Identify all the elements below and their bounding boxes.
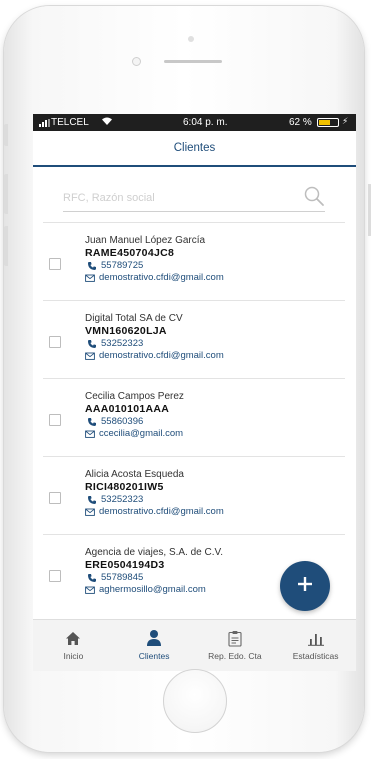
mail-icon — [85, 273, 95, 283]
add-client-button[interactable] — [280, 561, 330, 611]
earpiece-speaker — [164, 60, 222, 63]
client-name: Juan Manuel López García — [85, 235, 206, 246]
select-checkbox[interactable] — [49, 336, 61, 348]
signal-strength-icon — [39, 119, 50, 127]
home-icon — [63, 629, 83, 647]
select-checkbox[interactable] — [49, 570, 61, 582]
search-input[interactable] — [63, 188, 283, 208]
battery-percent: 62 % — [289, 117, 312, 128]
tab-rep-edo-cta[interactable]: Rep. Edo. Cta — [195, 620, 276, 671]
status-bar: TELCEL 6:04 p. m. 62 % ⚡ — [33, 114, 356, 131]
client-phone: 53252323 — [101, 494, 144, 505]
phone-icon — [87, 417, 97, 427]
bar-chart-icon — [306, 629, 326, 647]
client-phone-row[interactable]: 55860396 — [87, 416, 184, 428]
client-phone: 55789725 — [101, 260, 144, 271]
client-item[interactable]: Digital Total SA de CV VMN160620LJA 5325… — [43, 301, 345, 379]
client-email-row[interactable]: demostrativo.cfdi@gmail.com — [85, 350, 224, 362]
client-email: demostrativo.cfdi@gmail.com — [99, 272, 224, 283]
mute-switch — [4, 124, 8, 146]
phone-icon — [87, 261, 97, 271]
tab-clientes[interactable]: Clientes — [114, 620, 195, 671]
clipboard-icon — [225, 629, 245, 647]
page-header: Clientes — [33, 131, 356, 167]
app-screen: TELCEL 6:04 p. m. 62 % ⚡ Clientes RFC, R… — [33, 114, 356, 671]
client-item[interactable]: Cecilia Campos Perez AAA010101AAA 558603… — [43, 379, 345, 457]
carrier-name: TELCEL — [51, 117, 89, 128]
mail-icon — [85, 507, 95, 517]
client-email: ccecilia@gmail.com — [99, 428, 184, 439]
tab-label: Inicio — [63, 651, 84, 661]
bottom-tab-bar: Inicio Clientes Rep. Edo. Cta Estadístic… — [33, 619, 356, 671]
tab-label: Clientes — [138, 651, 170, 661]
client-info: Agencia de viajes, S.A. de C.V. ERE05041… — [85, 547, 223, 596]
volume-down-button — [4, 226, 8, 266]
client-item[interactable]: Alicia Acosta Esqueda RICI480201IW5 5325… — [43, 457, 345, 535]
client-email-row[interactable]: ccecilia@gmail.com — [85, 428, 184, 440]
client-name: Alicia Acosta Esqueda — [85, 469, 184, 480]
client-email-row[interactable]: demostrativo.cfdi@gmail.com — [85, 506, 224, 518]
battery-level-fill — [319, 120, 330, 125]
client-rfc: VMN160620LJA — [85, 325, 167, 337]
client-rfc: AAA010101AAA — [85, 403, 170, 415]
client-email: aghermosillo@gmail.com — [99, 584, 206, 595]
proximity-sensor — [188, 36, 194, 42]
volume-up-button — [4, 174, 8, 214]
client-name: Agencia de viajes, S.A. de C.V. — [85, 547, 224, 558]
tab-label: Rep. Edo. Cta — [208, 651, 262, 661]
client-phone-row[interactable]: 55789845 — [87, 572, 223, 584]
client-info: Juan Manuel López García RAME450704JC8 5… — [85, 235, 224, 284]
mail-icon — [85, 585, 95, 595]
client-phone-row[interactable]: 53252323 — [87, 338, 224, 350]
client-phone-row[interactable]: 53252323 — [87, 494, 224, 506]
status-time: 6:04 p. m. — [183, 117, 228, 128]
client-phone-row[interactable]: 55789725 — [87, 260, 224, 272]
person-icon — [144, 629, 164, 647]
client-phone: 55860396 — [101, 416, 144, 427]
client-rfc: ERE0504194D3 — [85, 559, 165, 571]
phone-icon — [87, 339, 97, 349]
select-checkbox[interactable] — [49, 492, 61, 504]
phone-icon — [87, 573, 97, 583]
client-name: Cecilia Campos Perez — [85, 391, 184, 402]
tab-label: Estadísticas — [292, 651, 339, 661]
tab-inicio[interactable]: Inicio — [33, 620, 114, 671]
select-checkbox[interactable] — [49, 414, 61, 426]
client-item[interactable]: Juan Manuel López García RAME450704JC8 5… — [43, 223, 345, 301]
battery-icon — [317, 118, 339, 127]
bolt-icon: ⚡ — [342, 116, 349, 126]
client-info: Alicia Acosta Esqueda RICI480201IW5 5325… — [85, 469, 224, 518]
select-checkbox[interactable] — [49, 258, 61, 270]
search-icon[interactable] — [303, 185, 325, 207]
plus-icon — [296, 575, 314, 598]
client-phone: 53252323 — [101, 338, 144, 349]
front-camera — [132, 57, 141, 66]
client-info: Digital Total SA de CV VMN160620LJA 5325… — [85, 313, 224, 362]
client-rfc: RICI480201IW5 — [85, 481, 164, 493]
phone-icon — [87, 495, 97, 505]
wifi-icon — [101, 116, 113, 129]
client-email: demostrativo.cfdi@gmail.com — [99, 350, 224, 361]
home-button[interactable] — [163, 669, 227, 733]
client-phone: 55789845 — [101, 572, 144, 583]
client-info: Cecilia Campos Perez AAA010101AAA 558603… — [85, 391, 184, 440]
client-rfc: RAME450704JC8 — [85, 247, 175, 259]
phone-frame: TELCEL 6:04 p. m. 62 % ⚡ Clientes RFC, R… — [4, 6, 371, 752]
client-email-row[interactable]: demostrativo.cfdi@gmail.com — [85, 272, 224, 284]
page-title: Clientes — [173, 142, 216, 154]
search-bar — [63, 182, 325, 212]
mail-icon — [85, 351, 95, 361]
client-email-row[interactable]: aghermosillo@gmail.com — [85, 584, 223, 596]
client-email: demostrativo.cfdi@gmail.com — [99, 506, 224, 517]
tab-estadisticas[interactable]: Estadísticas — [275, 620, 356, 671]
mail-icon — [85, 429, 95, 439]
client-list: Juan Manuel López García RAME450704JC8 5… — [43, 222, 345, 613]
client-name: Digital Total SA de CV — [85, 313, 183, 324]
